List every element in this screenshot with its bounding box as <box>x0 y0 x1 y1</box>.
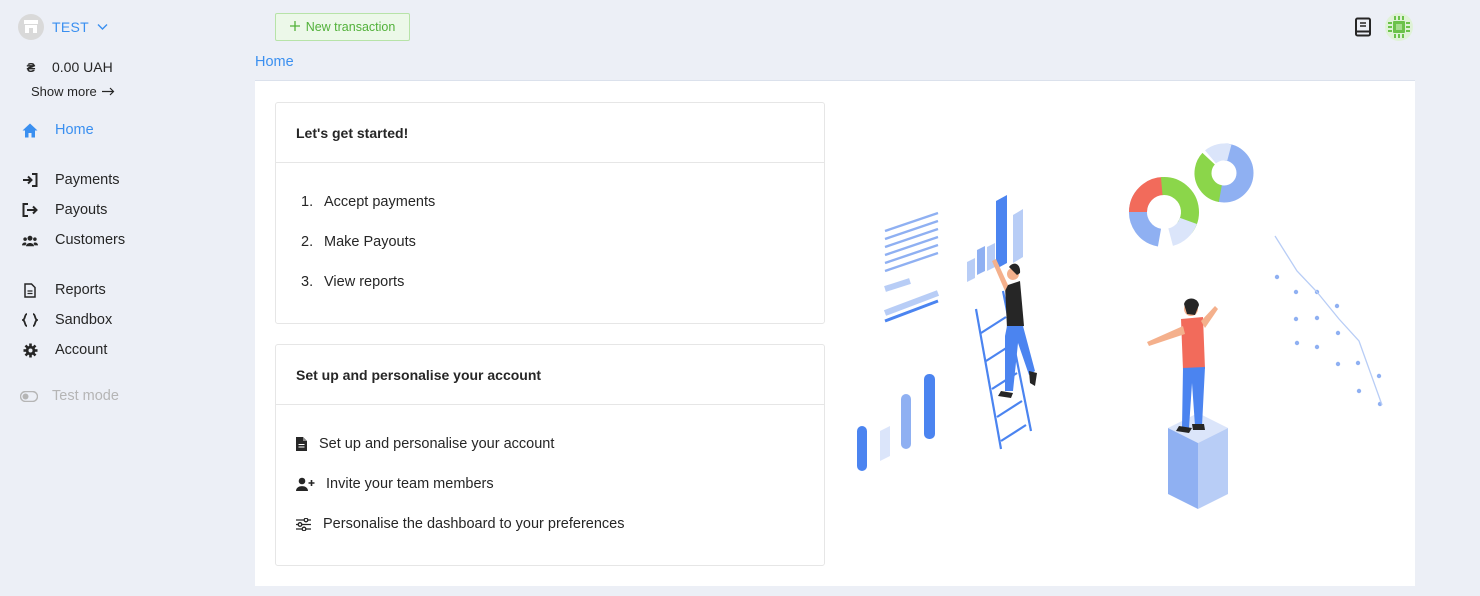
store-icon <box>18 14 44 40</box>
new-transaction-label: New transaction <box>305 20 396 34</box>
new-transaction-button[interactable]: New transaction <box>275 13 410 41</box>
top-right-icons <box>1352 12 1414 47</box>
show-more-link[interactable]: Show more <box>31 84 115 99</box>
code-braces-icon <box>22 312 38 328</box>
list-number: 3. <box>301 274 314 290</box>
file-icon <box>22 282 38 298</box>
sign-in-icon <box>22 172 38 188</box>
main-content: Let's get started! 1. Accept payments 2.… <box>255 81 1415 586</box>
list-label: Personalise the dashboard to your prefer… <box>323 516 625 532</box>
analytics-illustration <box>855 121 1395 541</box>
nav-customers-label: Customers <box>55 232 126 248</box>
getting-started-title: Let's get started! <box>276 103 824 163</box>
nav-sandbox[interactable]: Sandbox <box>22 309 112 331</box>
nav-payouts[interactable]: Payouts <box>22 199 107 221</box>
list-item[interactable]: 1. Accept payments <box>301 182 824 222</box>
hryvnia-icon: ₴ <box>26 59 36 75</box>
list-item[interactable]: 3. View reports <box>301 262 824 302</box>
getting-started-card: Let's get started! 1. Accept payments 2.… <box>275 102 825 324</box>
document-icon <box>296 437 319 451</box>
nav-customers[interactable]: Customers <box>22 229 125 251</box>
list-number: 2. <box>301 234 314 250</box>
list-item[interactable]: 2. Make Payouts <box>301 222 824 262</box>
getting-started-list: 1. Accept payments 2. Make Payouts 3. Vi… <box>276 163 824 302</box>
balance: ₴ 0.00 UAH <box>24 59 113 75</box>
list-item[interactable]: Invite your team members <box>296 464 824 504</box>
nav-reports-label: Reports <box>55 282 106 298</box>
user-plus-icon <box>296 477 326 491</box>
plus-icon <box>289 20 300 34</box>
list-label: Accept payments <box>324 194 436 210</box>
list-label: Invite your team members <box>326 476 494 492</box>
nav-payments[interactable]: Payments <box>22 169 119 191</box>
test-mode-label: Test mode <box>52 388 119 404</box>
list-label: View reports <box>324 274 405 290</box>
nav-home[interactable]: Home <box>22 119 94 141</box>
list-item[interactable]: Set up and personalise your account <box>296 424 824 464</box>
list-label: Make Payouts <box>324 234 416 250</box>
nav-account-label: Account <box>55 342 108 358</box>
sign-out-icon <box>22 202 38 218</box>
merchant-name: TEST <box>52 19 89 35</box>
nav-reports[interactable]: Reports <box>22 279 106 301</box>
list-number: 1. <box>301 194 314 210</box>
merchant-switcher[interactable]: TEST <box>18 14 108 40</box>
nav-home-label: Home <box>55 122 94 138</box>
sliders-icon <box>296 517 323 531</box>
home-icon <box>22 122 38 138</box>
test-mode-toggle[interactable]: Test mode <box>20 385 119 407</box>
chip-avatar-icon[interactable] <box>1384 12 1414 47</box>
setup-account-card: Set up and personalise your account Set … <box>275 344 825 566</box>
list-item[interactable]: Personalise the dashboard to your prefer… <box>296 504 824 544</box>
setup-account-list: Set up and personalise your account Invi… <box>276 405 824 544</box>
toggle-icon <box>20 388 38 404</box>
arrow-right-icon <box>101 84 115 99</box>
nav-payments-label: Payments <box>55 172 120 188</box>
show-more-label: Show more <box>31 84 97 99</box>
book-icon[interactable] <box>1352 16 1374 43</box>
setup-account-title: Set up and personalise your account <box>276 345 824 405</box>
gear-icon <box>22 342 38 358</box>
nav-payouts-label: Payouts <box>55 202 108 218</box>
nav-account[interactable]: Account <box>22 339 107 361</box>
chevron-down-icon <box>97 18 108 36</box>
nav-sandbox-label: Sandbox <box>55 312 113 328</box>
users-icon <box>22 232 38 248</box>
sidebar: TEST ₴ 0.00 UAH Show more Home Payments … <box>0 0 240 596</box>
list-label: Set up and personalise your account <box>319 436 555 452</box>
tab-home[interactable]: Home <box>255 50 315 82</box>
balance-amount: 0.00 UAH <box>52 59 113 75</box>
